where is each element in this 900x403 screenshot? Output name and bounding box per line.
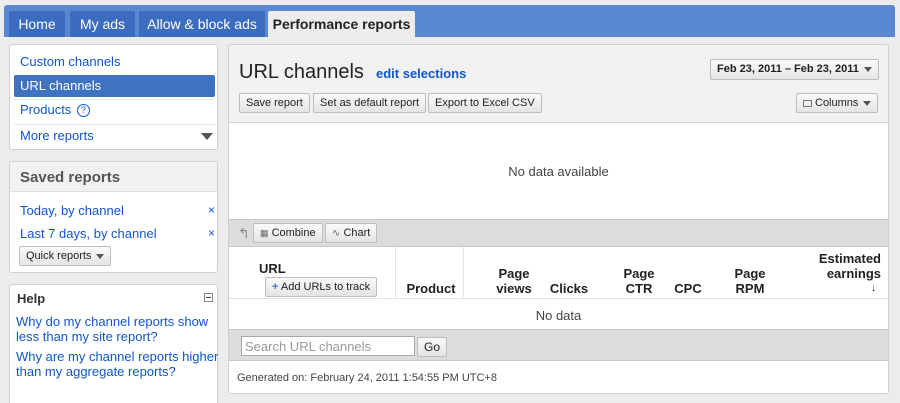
caret-down-icon: [863, 100, 872, 106]
column-header-page-rpm[interactable]: Page RPM: [725, 266, 775, 296]
date-range-picker[interactable]: Feb 23, 2011 – Feb 23, 2011: [710, 59, 879, 80]
report-type-list: Custom channels URL channels Products ? …: [9, 44, 218, 150]
report-panel: URL channels edit selections Feb 23, 201…: [228, 44, 889, 394]
help-link[interactable]: Why do my channel reports show less than…: [16, 314, 221, 344]
columns-icon: [803, 99, 812, 107]
column-header-cpc[interactable]: CPC: [665, 281, 711, 296]
export-csv-button[interactable]: Export to Excel CSV: [428, 93, 542, 113]
tab-allow-block-ads[interactable]: Allow & block ads: [139, 11, 265, 37]
undo-icon[interactable]: ↰: [238, 225, 250, 242]
remove-icon[interactable]: ×: [208, 203, 215, 217]
column-header-url[interactable]: URL: [259, 261, 286, 276]
saved-reports-header: Saved reports: [10, 162, 217, 192]
help-panel: Help Why do my channel reports show less…: [9, 284, 218, 403]
remove-icon[interactable]: ×: [208, 226, 215, 240]
quick-reports-dropdown[interactable]: Quick reports: [19, 246, 112, 266]
top-navigation: Home My ads Allow & block ads Performanc…: [4, 5, 895, 37]
save-report-button[interactable]: Save report: [239, 93, 310, 113]
sidebar-item-products[interactable]: Products ?: [14, 99, 215, 121]
add-urls-label: Add URLs to track: [280, 281, 371, 293]
search-input[interactable]: [241, 336, 415, 356]
caret-down-icon: [96, 253, 105, 259]
saved-reports-panel: Saved reports Today, by channel × Last 7…: [9, 161, 218, 273]
column-divider: [463, 247, 464, 299]
chevron-down-icon: [201, 133, 213, 140]
sidebar-item-label: More reports: [20, 128, 94, 143]
quick-reports-label: Quick reports: [26, 250, 92, 262]
column-header-page-ctr[interactable]: Page CTR: [613, 266, 665, 296]
set-default-report-button[interactable]: Set as default report: [313, 93, 427, 113]
help-title: Help: [17, 291, 46, 306]
add-urls-button[interactable]: + Add URLs to track: [265, 277, 378, 297]
combine-button[interactable]: ▦ Combine: [253, 223, 323, 243]
column-divider: [395, 247, 396, 299]
chart-button[interactable]: ∿ Chart: [325, 223, 378, 243]
report-header: URL channels edit selections Feb 23, 201…: [229, 45, 888, 123]
table-toolbar: ↰ ▦ Combine ∿ Chart: [229, 219, 888, 247]
column-header-product[interactable]: Product: [399, 281, 463, 296]
search-bar: Go: [229, 329, 888, 361]
go-button[interactable]: Go: [417, 337, 448, 357]
sidebar-item-label: Products: [20, 102, 72, 117]
no-data-text: No data: [535, 308, 582, 323]
plus-icon: +: [272, 281, 279, 293]
tab-performance-reports[interactable]: Performance reports: [268, 11, 415, 37]
column-header-clicks[interactable]: Clicks: [543, 281, 595, 296]
sidebar-item-custom-channels[interactable]: Custom channels: [14, 51, 215, 73]
saved-report-link[interactable]: Today, by channel: [20, 203, 124, 218]
minimize-icon[interactable]: [204, 293, 213, 302]
tab-my-ads[interactable]: My ads: [70, 11, 135, 37]
columns-label: Columns: [815, 97, 859, 109]
chart-icon: ∿: [332, 228, 341, 239]
saved-reports-title: Saved reports: [20, 169, 121, 186]
sidebar-item-more-reports[interactable]: More reports: [14, 125, 215, 147]
column-header-page-views[interactable]: Page views: [487, 266, 541, 296]
help-icon[interactable]: ?: [76, 104, 90, 118]
column-header-estimated-earnings[interactable]: Estimated earnings: [795, 251, 881, 281]
no-data-available-text: No data available: [508, 164, 609, 179]
caret-down-icon: [863, 66, 872, 72]
sidebar-item-url-channels[interactable]: URL channels: [14, 75, 215, 97]
generated-timestamp: Generated on: February 24, 2011 1:54:55 …: [237, 372, 497, 384]
sort-arrow-icon: ↓: [871, 283, 876, 294]
tab-home[interactable]: Home: [9, 11, 65, 37]
saved-report-item: Last 7 days, by channel ×: [20, 226, 215, 244]
edit-selections-link[interactable]: edit selections: [376, 66, 466, 81]
saved-report-link[interactable]: Last 7 days, by channel: [20, 226, 157, 241]
chart-area: No data available: [229, 124, 888, 219]
help-link[interactable]: Why are my channel reports higher than m…: [16, 349, 221, 379]
combine-icon: ▦: [260, 228, 269, 238]
saved-report-item: Today, by channel ×: [20, 203, 215, 221]
chart-label: Chart: [343, 227, 371, 239]
columns-dropdown[interactable]: Columns: [796, 93, 879, 113]
page-title: URL channels: [239, 61, 364, 83]
date-range-value: Feb 23, 2011 – Feb 23, 2011: [717, 63, 859, 75]
combine-label: Combine: [271, 227, 316, 239]
